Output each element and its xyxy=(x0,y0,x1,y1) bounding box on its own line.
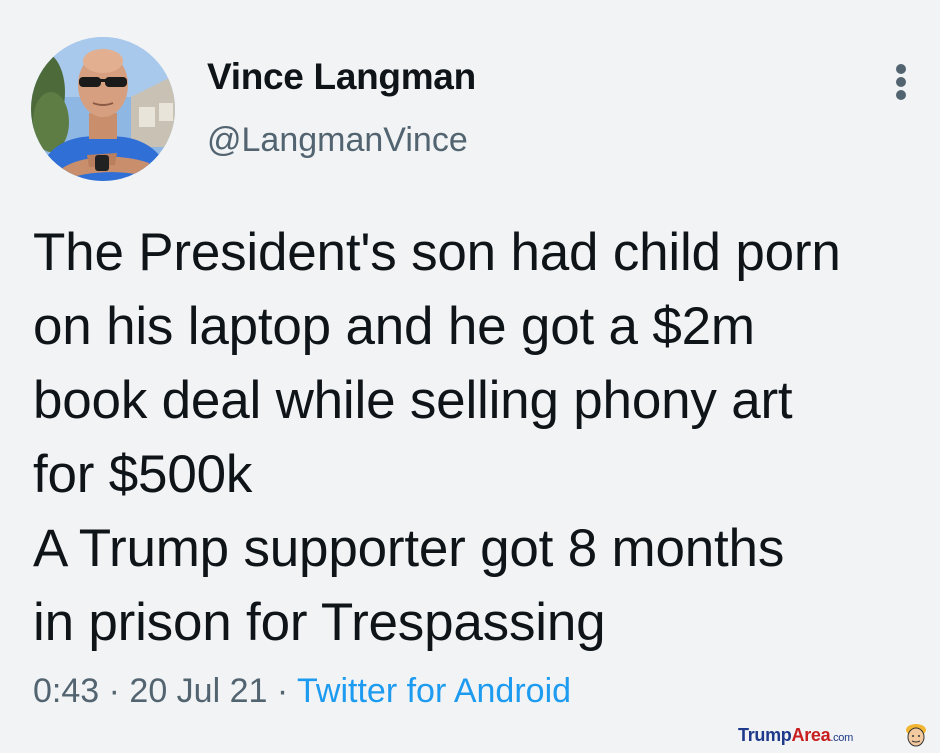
tweet-text-line: book deal while selling phony art xyxy=(33,371,793,430)
user-handle[interactable]: @LangmanVince xyxy=(207,121,468,160)
display-name[interactable]: Vince Langman xyxy=(207,56,476,98)
tweet-text-line: in prison for Trespassing xyxy=(33,593,606,652)
tweet-text-line: for $500k xyxy=(33,445,253,504)
trump-caricature-icon xyxy=(904,722,928,748)
tweet-text-line: The President's son had child porn xyxy=(33,223,841,282)
avatar[interactable] xyxy=(31,37,175,181)
tweet-card: Vince Langman @LangmanVince The Presiden… xyxy=(0,0,940,751)
tweet-source-link[interactable]: Twitter for Android xyxy=(297,672,571,710)
tweet-time[interactable]: 0:43 xyxy=(33,672,99,710)
meta-separator: · xyxy=(108,672,130,710)
avatar-photo xyxy=(31,37,175,181)
meta-separator: · xyxy=(276,672,298,710)
more-options-button[interactable] xyxy=(886,60,916,100)
watermark-part: Area xyxy=(791,725,831,745)
watermark-part: .com xyxy=(830,732,853,744)
watermark: TrumpArea.com xyxy=(738,725,853,746)
tweet-text-line: on his laptop and he got a $2m xyxy=(33,297,755,356)
tweet-text-line: A Trump supporter got 8 months xyxy=(33,519,785,578)
tweet-metadata: 0:43 · 20 Jul 21 · Twitter for Android xyxy=(33,672,571,711)
tweet-date[interactable]: 20 Jul 21 xyxy=(129,672,267,710)
watermark-part: Trump xyxy=(738,725,792,745)
tweet-text: The President's son had child porn on hi… xyxy=(33,216,933,660)
